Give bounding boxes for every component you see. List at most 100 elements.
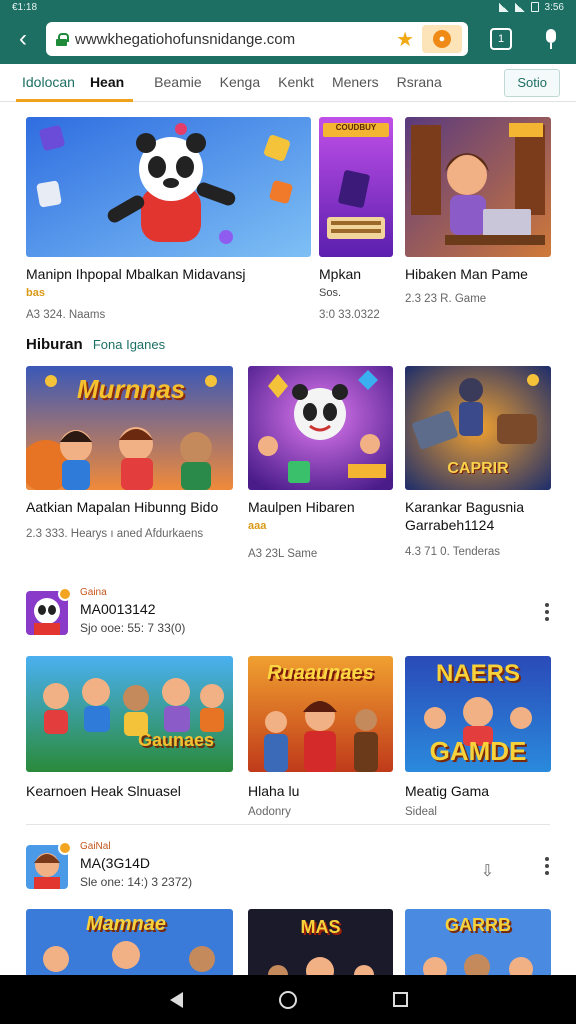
thumbnail-banner: Mamnae [85,913,167,935]
tab-category-6[interactable]: Rsrana [388,64,451,102]
game-card[interactable]: MAS [248,909,393,975]
game-title: Meatig Gama [405,783,490,799]
url-text[interactable]: wwwkhegаtiohofunsnidange.com [75,31,388,48]
publisher-tag: Gaina [80,587,107,598]
game-card[interactable]: GARRB [405,909,551,975]
address-bar[interactable]: wwwkhegаtiohofunsnidange.com ★ ● [46,22,468,56]
game-thumbnail: CAPRIR [405,366,551,490]
publisher-header[interactable]: GaiNal MA(3G14D Sle one: 14:) 3 2372) ⇩ [26,841,556,897]
download-icon[interactable]: ⇩ [481,861,494,881]
nav-recents-button[interactable] [390,990,410,1010]
thumbnail-banner: Murnnas [76,374,186,404]
nav-home-button[interactable] [278,990,298,1010]
more-options-icon[interactable] [544,601,550,623]
status-clock: 3:56 [544,1,564,13]
tab-category-2[interactable]: Beamie [145,64,210,102]
girl-laptop-art [405,117,551,257]
game-meta: Aodonry [248,806,291,818]
game-thumbnail: COUDBUY [319,117,393,257]
publisher-badge-icon [58,587,72,601]
go-button[interactable]: Sotio [504,68,560,97]
game-title: Aatkian Mapalan Hibunng Bido [26,499,219,515]
game-thumbnail: NAERS GAMDE [405,656,551,772]
game-subtitle: Sos. [319,287,342,299]
game-card[interactable]: Murnnas Aatkian Mapalan Hibunng Bido 2.3… [26,366,233,540]
game-card[interactable]: CAPRIR Karankar Bagusnia Garrabeh1124 4.… [405,366,551,558]
game-thumbnail [405,117,551,257]
game-thumbnail: MAS [248,909,393,975]
game-card[interactable]: NAERS GAMDE Meatig Gama Sideal [405,656,551,818]
game-card[interactable]: COUDBUY Mpkan Sos. 3:0 33.0322 [319,117,393,321]
tab-category-1[interactable]: Hean [80,64,134,102]
game-thumbnail: Mamnae [26,909,233,975]
game-title: Manipn Ihpopal Mbalkan Midavansj [26,266,246,282]
game-card[interactable]: Mamnae [26,909,233,975]
tab-category-4[interactable]: Kenkt [269,64,323,102]
signal-icon [514,2,525,12]
thumbnail-banner: NAERS [435,660,520,687]
game-title: Karankar Bagusnia Garrabeh1124 [405,499,525,533]
publisher-badge-icon [58,841,72,855]
thumbnail-banner: MAS [300,917,341,937]
game-title: Hibaken Man Pame [405,266,528,282]
back-triangle-icon [169,991,183,1008]
system-icons: 3:56 [498,1,564,13]
battery-icon [530,2,539,12]
publisher-header[interactable]: Gaina MA0013142 Sjo ooe: 55: 7 33(0) [26,587,556,643]
game-meta: 2.3 333. Hearys ı aned Afdurkaens [26,528,204,540]
game-meta: 2.3 23 R. Game [405,293,487,305]
system-navigation-bar [0,975,576,1024]
browser-toolbar: ‹ wwwkhegаtiohofunsnidange.com ★ ● 1 [0,14,576,64]
game-thumbnail: Murnnas [26,366,233,490]
status-time: €1:18 [12,1,38,13]
publisher-tag: GaiNal [80,841,111,852]
game-card[interactable]: Manipn Ihpopal Mbalkan Midavansj bas A3 … [26,117,311,321]
back-arrow-icon[interactable]: ‹ [10,26,36,52]
recents-square-icon [392,992,408,1007]
thumbnail-banner: Gaunaes [137,730,215,750]
game-thumbnail: Ruaaunaes [248,656,393,772]
game-card[interactable]: Gaunaes Kearnoen Heak Slnuasel [26,656,233,810]
tab-switcher-button[interactable]: 1 [490,28,512,50]
extension-button[interactable]: ● [422,25,462,53]
panda-gems-art [248,366,393,490]
bookmark-star-icon[interactable]: ★ [396,27,414,52]
game-title: Kearnoen Heak Slnuasel [26,783,181,799]
panda-game-art [26,117,311,257]
more-options-icon[interactable] [544,855,550,877]
publisher-name: MA0013142 [80,601,156,617]
game-meta: Sideal [405,806,437,818]
home-circle-icon [279,990,297,1009]
tab-category-0[interactable]: Idolocan [16,64,81,102]
game-card[interactable]: Hibaken Man Pame 2.3 23 R. Game [405,117,551,305]
game-subtitle: aaa [248,520,267,532]
game-thumbnail: GARRB [405,909,551,975]
purple-game-art [319,117,393,257]
section-divider [26,824,550,825]
content-feed[interactable]: Manipn Ihpopal Mbalkan Midavansj bas A3 … [0,103,576,975]
game-meta: 4.3 71 0. Tenderas [405,546,501,558]
game-subtitle: bas [26,287,45,299]
tab-category-3[interactable]: Kenga [211,64,269,102]
game-meta: 3:0 33.0322 [319,309,380,321]
game-thumbnail: Gaunaes [26,656,233,772]
game-title: Mpkan [319,266,362,282]
game-title: Hlaha lu [248,783,300,799]
thumbnail-banner: Ruaaunaes [267,662,374,684]
lock-icon [56,32,69,46]
extension-icon: ● [433,30,451,48]
game-thumbnail [248,366,393,490]
thumbnail-banner-bottom: GAMDE [429,736,527,766]
game-card[interactable]: Ruaaunaes Hlaha lu Aodonry [248,656,393,818]
game-card[interactable]: Maulpen Hibaren aaa A3 23L Same [248,366,393,560]
section-title: Hiburan Fona Iganes [26,336,165,353]
crowd-game-art [26,656,233,772]
thumbnail-banner: CAPRIR [447,460,509,477]
game-meta: A3 23L Same [248,548,318,560]
game-thumbnail [26,117,311,257]
microphone-icon[interactable] [544,29,558,49]
nav-back-button[interactable] [166,990,186,1010]
section-title-accent: Fona Iganes [92,337,166,352]
status-bar: €1:18 3:56 [0,0,576,14]
tab-category-5[interactable]: Meners [323,64,388,102]
